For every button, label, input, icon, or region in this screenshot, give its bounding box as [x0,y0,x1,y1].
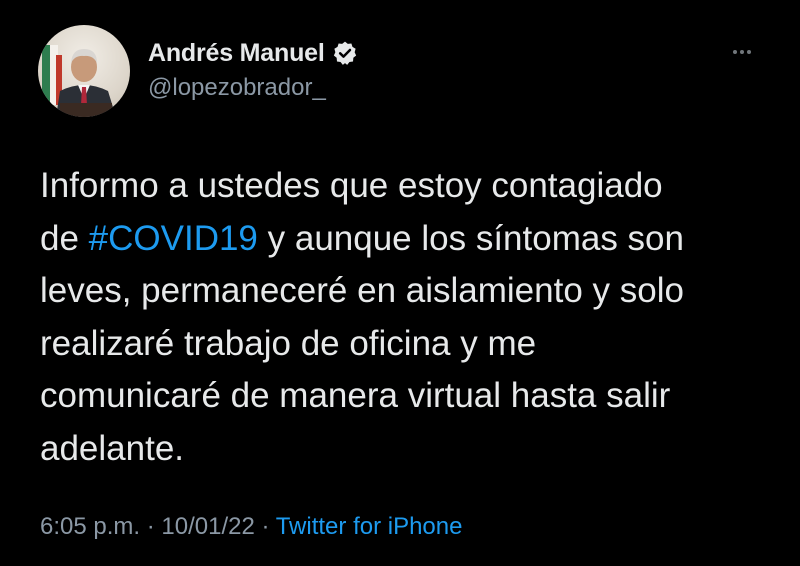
tweet-line: realizaré trabajo de oficina y me [40,323,537,363]
name-row: Andrés Manuel [148,38,358,68]
tweet-time[interactable]: 6:05 p.m. [40,513,140,540]
tweet-card: Andrés Manuel @lopezobrador_ Informo a u… [0,0,800,566]
tweet-date[interactable]: 10/01/22 [161,513,254,540]
user-handle[interactable]: @lopezobrador_ [148,74,358,102]
meta-separator: · [254,513,276,540]
verified-badge-icon [332,40,358,66]
author-info[interactable]: Andrés Manuel @lopezobrador_ [148,38,358,102]
tweet-metadata: 6:05 p.m. · 10/01/22 · Twitter for iPhon… [40,513,462,541]
display-name[interactable]: Andrés Manuel [148,39,325,68]
tweet-line: de #COVID19 y aunque los síntomas son [40,213,780,266]
hashtag-link[interactable]: #COVID19 [89,219,258,258]
tweet-line-suffix: y aunque los síntomas son [257,218,684,258]
tweet-line: adelante. [40,428,185,468]
tweet-line: comunicaré de manera virtual hasta salir [40,376,671,415]
more-options-button[interactable] [726,40,758,64]
more-horizontal-icon [747,50,751,54]
more-horizontal-icon [740,50,744,54]
profile-photo-icon [42,45,116,117]
tweet-line-prefix: de [40,218,89,258]
meta-separator: · [140,513,162,540]
avatar[interactable] [38,25,130,117]
tweet-line: leves, permaneceré en aislamiento y solo [40,271,684,310]
tweet-source-link[interactable]: Twitter for iPhone [276,513,463,540]
tweet-line: Informo a ustedes que estoy contagiado [40,166,663,205]
more-horizontal-icon [733,50,737,54]
tweet-text: Informo a ustedes que estoy contagiado d… [40,160,780,475]
